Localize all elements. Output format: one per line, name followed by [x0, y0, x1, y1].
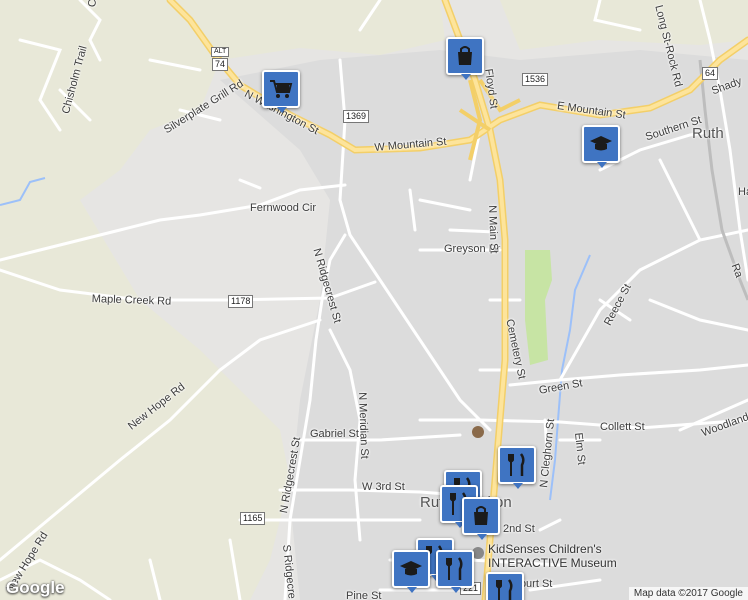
town-label-ruth: Ruth: [692, 125, 724, 142]
restaurant-icon: [496, 579, 513, 600]
restaurant-icon: [446, 557, 463, 580]
route-shield-alt: ALT: [211, 47, 230, 57]
shopping-bag-icon: [474, 506, 488, 525]
google-logo[interactable]: Google: [6, 578, 65, 598]
route-shield-us64: 64: [702, 67, 719, 80]
poi-museum-label[interactable]: KidSenses Children's INTERACTIVE Museum: [488, 542, 617, 570]
road-label: Collett St: [600, 421, 645, 433]
route-shield-us74: 74: [212, 58, 229, 71]
school-marker[interactable]: [392, 550, 430, 593]
school-marker[interactable]: [582, 125, 620, 168]
road-label: Fernwood Cir: [250, 202, 317, 214]
route-shield-1536: 1536: [522, 73, 549, 86]
road-label: N Meridian St: [356, 392, 371, 460]
road-label: Pine St: [346, 590, 382, 600]
shopping-cart-marker[interactable]: [262, 70, 300, 113]
shopping-bag-marker[interactable]: [462, 497, 500, 540]
shopping-cart-icon: [270, 80, 293, 98]
poi-museum-line1: KidSenses Children's: [488, 542, 602, 556]
school-icon: [590, 136, 612, 151]
map-attribution[interactable]: Map data ©2017 Google: [628, 587, 748, 600]
route-shield-1369: 1369: [343, 110, 370, 123]
restaurant-marker[interactable]: [436, 550, 474, 593]
restaurant-icon: [508, 453, 525, 476]
restaurant-marker[interactable]: [486, 572, 524, 600]
restaurant-marker[interactable]: [498, 446, 536, 489]
school-icon: [400, 561, 422, 576]
shopping-bag-marker[interactable]: [446, 37, 484, 80]
road-label: Ha: [738, 186, 748, 198]
poi-museum-line2: INTERACTIVE Museum: [488, 556, 617, 570]
route-shield-1165: 1165: [240, 512, 266, 525]
road-label: W 3rd St: [362, 481, 405, 493]
road-label: Gabriel St: [310, 428, 359, 440]
route-shield-1178: 1178: [228, 295, 254, 308]
poi-small-icon[interactable]: [472, 426, 484, 438]
shopping-bag-icon: [458, 46, 472, 65]
road-label: N Main St: [486, 205, 500, 254]
map-canvas[interactable]: Chish Chisholm Trail Silverplate Grill R…: [0, 0, 748, 600]
road-label: 2nd St: [503, 523, 535, 535]
